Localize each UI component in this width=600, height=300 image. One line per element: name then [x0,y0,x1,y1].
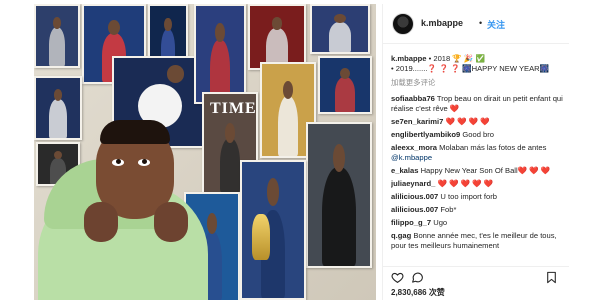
follow-button[interactable]: 关注 [487,18,505,31]
comment-text: ❤️ ❤️ ❤️ ❤️ [445,117,490,126]
comment-item: aleexx_mora Molaban más las fotos de ant… [391,143,565,163]
comment-text: ❤️ ❤️ ❤️ ❤️ ❤️ [437,179,494,188]
wall-poster [194,4,246,104]
wall-poster [318,56,372,114]
comment-username[interactable]: englibertlyambiko9 [391,130,460,139]
heart-icon[interactable] [391,271,404,284]
wall-poster [248,4,306,70]
comment-text: U too import forb [440,192,497,201]
post-photo[interactable]: TIME [34,4,376,300]
child-figure [34,114,234,300]
left-hand [84,202,118,242]
author-username[interactable]: k.mbappe [421,18,463,28]
comment-username[interactable]: sofiaabba76 [391,94,435,103]
comment-item: alilicious.007 U too import forb [391,192,565,202]
caption-line-1: • 2018 🏆 🎉 ✅ [428,54,485,63]
right-hand [154,202,188,242]
load-more-comments-link[interactable]: 加载更多评论 [391,78,565,88]
comment-item: englibertlyambiko9 Good bro [391,130,565,140]
wall-poster [310,4,370,54]
comments-list[interactable]: k.mbappe • 2018 🏆 🎉 ✅ • 2019.......❓ ❓ ❓… [391,54,565,266]
caption-username[interactable]: k.mbappe [391,54,426,63]
comment-username[interactable]: e_kalas [391,166,418,175]
comment-icon[interactable] [411,271,424,284]
wall-poster [34,4,80,68]
post-side-panel: k.mbappe • 关注 k.mbappe • 2018 🏆 🎉 ✅ • 20… [382,4,569,300]
comment-item: se7en_karimi7 ❤️ ❤️ ❤️ ❤️ [391,117,565,127]
caption: k.mbappe • 2018 🏆 🎉 ✅ [391,54,565,64]
comment-item: sofiaabba76 Trop beau on dirait un petit… [391,94,565,114]
comment-username[interactable]: aleexx_mora [391,143,437,152]
comment-text: Ugo [433,218,448,227]
comment-item: q.gag Bonne année mec, t'es le meilleur … [391,231,565,251]
comment-text: Good bro [462,130,495,139]
post-header: k.mbappe • 关注 [383,4,569,44]
comment-username[interactable]: q.gag [391,231,411,240]
header-separator: • [479,18,483,28]
comment-username[interactable]: juliaeynard_ [391,179,435,188]
comment-text: Molaban más las fotos de antes [439,143,547,152]
instagram-post: TIME k.mbappe • 关注 k.mbappe • 2018 🏆 🎉 ✅… [0,0,600,300]
post-actions-bar [383,266,569,284]
comment-item: e_kalas Happy New Year Son Of Ball❤️ ❤️ … [391,166,565,176]
comment-item: juliaeynard_ ❤️ ❤️ ❤️ ❤️ ❤️ [391,179,565,189]
comment-text: Fob* [440,205,457,214]
comment-username[interactable]: alilicious.007 [391,192,438,201]
wall-poster [306,122,372,268]
world-cup-poster [240,160,306,300]
comment-text: Happy New Year Son Of Ball❤️ ❤️ ❤️ [420,166,551,175]
comment-username[interactable]: alilicious.007 [391,205,438,214]
comment-username[interactable]: se7en_karimi7 [391,117,443,126]
trophy-icon [252,214,270,260]
comment-item: alilicious.007 Fob* [391,205,565,215]
comment-username[interactable]: filippo_g_7 [391,218,431,227]
bookmark-icon[interactable] [545,271,558,284]
avatar[interactable] [392,13,414,35]
comment-item: filippo_g_7 Ugo [391,218,565,228]
comment-text: Bonne année mec, t'es le meilleur de tou… [391,231,557,250]
likes-count[interactable]: 2,830,686 次赞 [391,287,445,298]
caption-line-2: • 2019.......❓ ❓ ❓ 🎆HAPPY NEW YEAR🎆 [391,64,550,73]
comment-mention-link[interactable]: @k.mbappe [391,153,432,162]
